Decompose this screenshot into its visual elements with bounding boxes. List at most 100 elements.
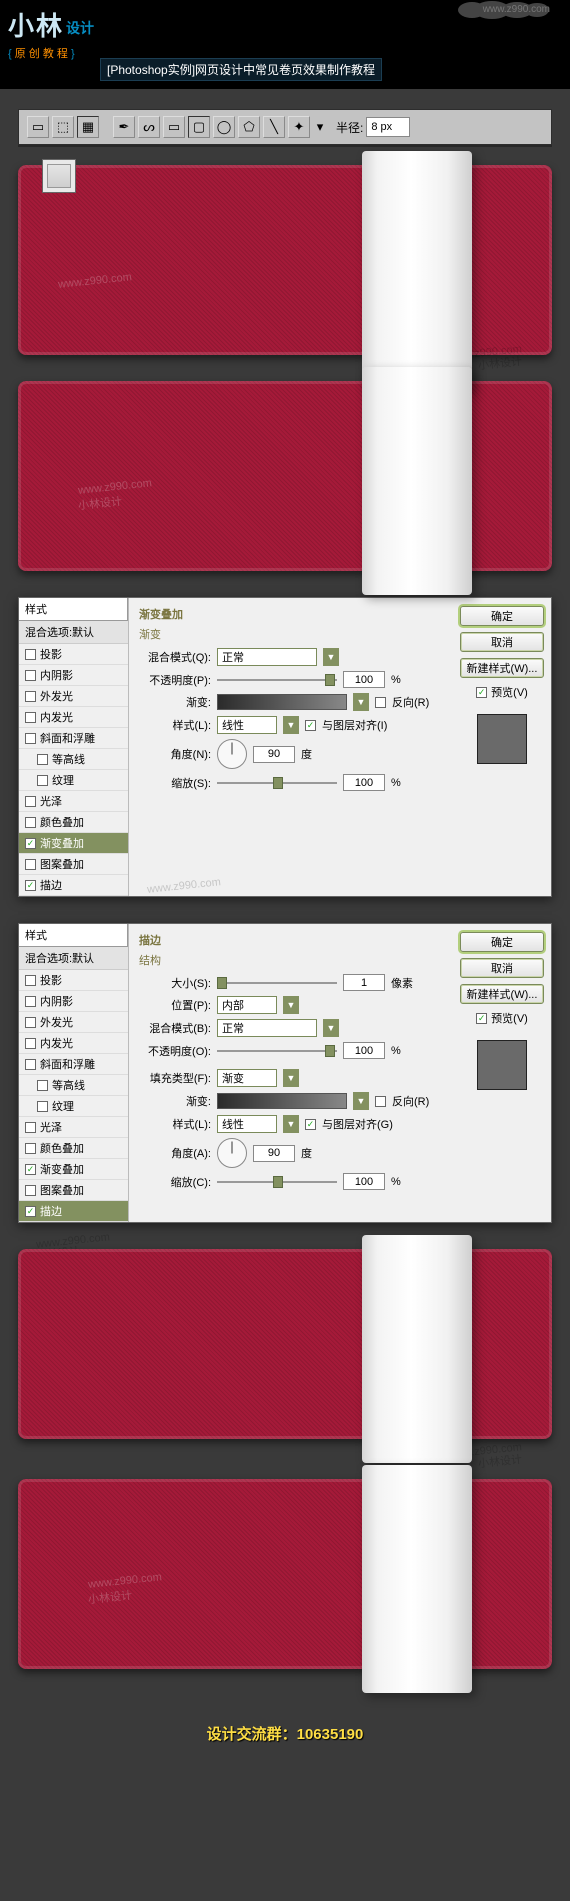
line-tool-icon[interactable]: ╲ (263, 116, 285, 138)
dropdown-icon[interactable]: ▼ (323, 1019, 339, 1037)
rect-shape-icon[interactable]: ▭ (27, 116, 49, 138)
style-checkbox[interactable] (25, 1059, 36, 1070)
style-item[interactable]: 外发光 (19, 686, 128, 707)
style-item[interactable]: 内阴影 (19, 991, 128, 1012)
gradient-swatch[interactable] (217, 1093, 347, 1109)
style-item[interactable]: 投影 (19, 644, 128, 665)
dropdown-icon[interactable]: ▼ (283, 1115, 299, 1133)
style-checkbox[interactable] (25, 996, 36, 1007)
style-item[interactable]: 内阴影 (19, 665, 128, 686)
ok-button[interactable]: 确定 (460, 932, 544, 952)
blend-mode-select[interactable]: 正常 (217, 648, 317, 666)
style-checkbox[interactable] (25, 1164, 36, 1175)
scale-input[interactable] (343, 1173, 385, 1190)
align-checkbox[interactable] (305, 720, 316, 731)
style-checkbox[interactable] (25, 1185, 36, 1196)
style-checkbox[interactable] (25, 817, 36, 828)
style-checkbox[interactable] (25, 1143, 36, 1154)
style-checkbox[interactable] (25, 691, 36, 702)
dropdown-icon[interactable]: ▼ (323, 648, 339, 666)
style-item[interactable]: 描边 (19, 875, 128, 896)
freeform-pen-icon[interactable]: ᔕ (138, 116, 160, 138)
opacity-input[interactable] (343, 671, 385, 688)
style-item[interactable]: 颜色叠加 (19, 812, 128, 833)
style-checkbox[interactable] (25, 796, 36, 807)
new-style-button[interactable]: 新建样式(W)... (460, 658, 544, 678)
style-select[interactable]: 线性 (217, 716, 277, 734)
opacity-input[interactable] (343, 1042, 385, 1059)
style-checkbox[interactable] (25, 712, 36, 723)
dropdown-icon[interactable]: ▼ (283, 716, 299, 734)
style-checkbox[interactable] (37, 1080, 48, 1091)
pixel-shape-icon[interactable]: ▦ (77, 116, 99, 138)
pen-icon[interactable]: ✒ (113, 116, 135, 138)
gradient-swatch[interactable] (217, 694, 347, 710)
style-item[interactable]: 投影 (19, 970, 128, 991)
style-checkbox[interactable] (25, 733, 36, 744)
ellipse-tool-icon[interactable]: ◯ (213, 116, 235, 138)
custom-shape-icon[interactable]: ✦ (288, 116, 310, 138)
style-checkbox[interactable] (25, 975, 36, 986)
reverse-checkbox[interactable] (375, 1096, 386, 1107)
preview-checkbox[interactable] (476, 1013, 487, 1024)
style-checkbox[interactable] (25, 1122, 36, 1133)
style-item[interactable]: 内发光 (19, 707, 128, 728)
style-item[interactable]: 渐变叠加 (19, 833, 128, 854)
style-checkbox[interactable] (25, 859, 36, 870)
cancel-button[interactable]: 取消 (460, 958, 544, 978)
opacity-slider[interactable] (217, 1044, 337, 1058)
style-checkbox[interactable] (37, 775, 48, 786)
style-item[interactable]: 图案叠加 (19, 1180, 128, 1201)
angle-input[interactable] (253, 746, 295, 763)
style-checkbox[interactable] (25, 1206, 36, 1217)
style-item[interactable]: 内发光 (19, 1033, 128, 1054)
style-select[interactable]: 线性 (217, 1115, 277, 1133)
style-item[interactable]: 颜色叠加 (19, 1138, 128, 1159)
angle-dial[interactable] (217, 739, 247, 769)
rect-tool-icon[interactable]: ▭ (163, 116, 185, 138)
size-input[interactable] (343, 974, 385, 991)
style-item[interactable]: 等高线 (19, 1075, 128, 1096)
blend-options-header[interactable]: 混合选项:默认 (19, 621, 128, 644)
style-checkbox[interactable] (37, 754, 48, 765)
polygon-tool-icon[interactable]: ⬠ (238, 116, 260, 138)
style-item[interactable]: 斜面和浮雕 (19, 728, 128, 749)
style-checkbox[interactable] (25, 1017, 36, 1028)
style-checkbox[interactable] (25, 880, 36, 891)
angle-input[interactable] (253, 1145, 295, 1162)
style-item[interactable]: 光泽 (19, 791, 128, 812)
reverse-checkbox[interactable] (375, 697, 386, 708)
scale-input[interactable] (343, 774, 385, 791)
scale-slider[interactable] (217, 776, 337, 790)
rounded-rect-tool-icon[interactable]: ▢ (188, 116, 210, 138)
style-item[interactable]: 纹理 (19, 1096, 128, 1117)
style-item[interactable]: 渐变叠加 (19, 1159, 128, 1180)
style-item[interactable]: 等高线 (19, 749, 128, 770)
style-item[interactable]: 外发光 (19, 1012, 128, 1033)
dropdown-icon[interactable]: ▼ (353, 1092, 369, 1110)
new-style-button[interactable]: 新建样式(W)... (460, 984, 544, 1004)
ok-button[interactable]: 确定 (460, 606, 544, 626)
angle-dial[interactable] (217, 1138, 247, 1168)
preview-checkbox[interactable] (476, 687, 487, 698)
style-item[interactable]: 图案叠加 (19, 854, 128, 875)
style-checkbox[interactable] (25, 670, 36, 681)
align-checkbox[interactable] (305, 1119, 316, 1130)
dropdown-icon[interactable]: ▼ (283, 1069, 299, 1087)
path-shape-icon[interactable]: ⬚ (52, 116, 74, 138)
fill-type-select[interactable]: 渐变 (217, 1069, 277, 1087)
cancel-button[interactable]: 取消 (460, 632, 544, 652)
dropdown-icon[interactable]: ▼ (283, 996, 299, 1014)
style-item[interactable]: 光泽 (19, 1117, 128, 1138)
opacity-slider[interactable] (217, 673, 337, 687)
style-checkbox[interactable] (25, 649, 36, 660)
radius-input[interactable] (366, 117, 410, 137)
style-checkbox[interactable] (37, 1101, 48, 1112)
style-item[interactable]: 描边 (19, 1201, 128, 1222)
scale-slider[interactable] (217, 1175, 337, 1189)
dropdown-arrow-icon[interactable]: ▾ (313, 116, 327, 138)
blend-mode-select[interactable]: 正常 (217, 1019, 317, 1037)
size-slider[interactable] (217, 976, 337, 990)
style-checkbox[interactable] (25, 1038, 36, 1049)
position-select[interactable]: 内部 (217, 996, 277, 1014)
